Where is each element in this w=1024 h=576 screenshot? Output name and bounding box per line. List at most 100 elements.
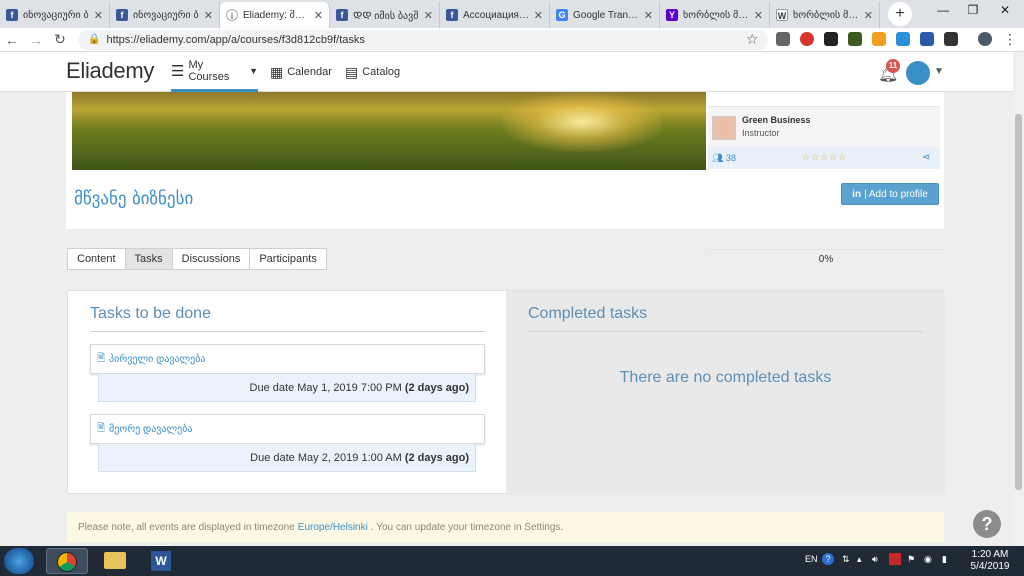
- browser-tab[interactable]: G Google Transla ✕: [550, 2, 660, 28]
- flag-icon[interactable]: ⚑: [907, 554, 915, 565]
- tab-discussions[interactable]: Discussions: [171, 248, 250, 270]
- browser-tab[interactable]: f ინოვაციური ბ ✕: [0, 2, 110, 28]
- discord-icon[interactable]: ◉: [924, 554, 932, 565]
- instructor-box: Green Business Instructor 👥︎ 38 ☆☆☆☆☆ ⋖: [708, 106, 940, 169]
- add-to-profile-button[interactable]: in | Add to profile: [841, 183, 939, 205]
- network-icon[interactable]: ⇅: [842, 554, 850, 565]
- browser-tab[interactable]: f Ассоциация эк ✕: [440, 2, 550, 28]
- antivirus-icon[interactable]: [889, 553, 901, 565]
- instructor-photo: [712, 116, 736, 140]
- users-icon: 👥︎: [712, 153, 724, 163]
- chevron-down-icon: ▼: [249, 65, 258, 76]
- course-stats-bar: 👥︎ 38 ☆☆☆☆☆ ⋖: [708, 147, 940, 169]
- close-tab-icon[interactable]: ✕: [314, 9, 323, 22]
- windows-start-button[interactable]: [4, 548, 34, 574]
- divider: [528, 331, 922, 332]
- avatar[interactable]: [906, 61, 930, 85]
- calendar-icon: ▦: [270, 63, 284, 80]
- course-card: Green Business Instructor 👥︎ 38 ☆☆☆☆☆ ⋖ …: [66, 92, 944, 229]
- eliademy-icon: i: [226, 9, 238, 21]
- rating-stars[interactable]: ☆☆☆☆☆: [802, 152, 847, 163]
- new-tab-button[interactable]: +: [888, 2, 912, 26]
- tasks-to-do-column: Tasks to be done 🗎 პირველი დავალება Due …: [68, 291, 506, 495]
- chrome-taskbar-icon[interactable]: [46, 548, 88, 574]
- timezone-link[interactable]: Europe/Helsinki: [298, 522, 368, 533]
- bookmark-star-icon[interactable]: ☆: [746, 31, 759, 48]
- close-tab-icon[interactable]: ✕: [94, 9, 103, 22]
- maximize-icon[interactable]: ❐: [958, 0, 988, 20]
- wikipedia-icon: W: [776, 9, 788, 21]
- chevron-down-icon[interactable]: ▼: [934, 66, 944, 77]
- nav-calendar[interactable]: ▦ Calendar: [270, 52, 332, 92]
- menu-dots-icon[interactable]: ⋮: [998, 31, 1022, 48]
- language-indicator[interactable]: EN: [805, 554, 818, 564]
- volume-icon[interactable]: 🔊︎: [872, 554, 878, 565]
- catalog-icon: ▤: [345, 63, 359, 80]
- completed-tasks-column: Completed tasks There are no completed t…: [506, 291, 945, 495]
- system-clock[interactable]: 1:20 AM 5/4/2019: [962, 549, 1018, 573]
- course-progress: 0%: [708, 249, 944, 269]
- close-tab-icon[interactable]: ✕: [424, 9, 433, 22]
- close-tab-icon[interactable]: ✕: [754, 9, 763, 22]
- back-icon[interactable]: ←: [0, 32, 24, 48]
- extension-icon[interactable]: [896, 32, 910, 46]
- tab-content[interactable]: Content: [67, 248, 125, 270]
- completed-tasks-heading: Completed tasks: [528, 305, 648, 322]
- forward-icon[interactable]: →: [24, 32, 48, 48]
- task-item[interactable]: 🗎 პირველი დავალება: [90, 344, 485, 374]
- divider: [90, 331, 485, 332]
- extension-icon[interactable]: [776, 32, 790, 46]
- extension-icon[interactable]: [872, 32, 886, 46]
- instructor-role: Instructor: [742, 128, 780, 138]
- extension-icon[interactable]: [848, 32, 862, 46]
- notification-badge: 11: [886, 59, 900, 73]
- extension-icon[interactable]: [824, 32, 838, 46]
- tab-participants[interactable]: Participants: [249, 248, 327, 270]
- browser-tab[interactable]: f ინოვაციური ბ ✕: [110, 2, 220, 28]
- extension-icon[interactable]: [944, 32, 958, 46]
- close-tab-icon[interactable]: ✕: [864, 9, 873, 22]
- scrollbar-thumb[interactable]: [1015, 114, 1022, 490]
- extension-icon[interactable]: [920, 32, 934, 46]
- close-tab-icon[interactable]: ✕: [534, 9, 543, 22]
- document-icon: 🗎: [97, 352, 106, 364]
- profile-icon[interactable]: [978, 32, 992, 46]
- up-arrow-icon[interactable]: ▴: [857, 554, 862, 565]
- browser-tab[interactable]: Yხორბლის მარ ✕: [660, 2, 770, 28]
- page-scrollbar[interactable]: [1013, 52, 1024, 546]
- nav-my-courses[interactable]: ☰ My Courses ▼: [171, 52, 258, 92]
- yahoo-icon: Y: [666, 9, 678, 21]
- url-text: https://eliademy.com/app/a/courses/f3d81…: [106, 33, 365, 46]
- minimize-icon[interactable]: —: [928, 0, 958, 20]
- file-explorer-taskbar-icon[interactable]: [94, 548, 136, 574]
- nav-catalog[interactable]: ▤ Catalog: [345, 52, 400, 92]
- hamburger-icon: ☰: [171, 62, 185, 80]
- lock-icon: 🔒: [88, 34, 101, 45]
- tab-tasks[interactable]: Tasks: [124, 248, 172, 270]
- course-banner-image: [72, 92, 706, 170]
- instructor-name[interactable]: Green Business: [742, 115, 811, 125]
- help-tray-icon[interactable]: ?: [822, 553, 834, 565]
- tasks-panel: Tasks to be done 🗎 პირველი დავალება Due …: [67, 290, 945, 495]
- task-item[interactable]: 🗎 მეორე დავალება: [90, 414, 485, 444]
- close-window-icon[interactable]: ✕: [990, 0, 1020, 20]
- browser-tab[interactable]: f ᲓᲓ იმის ბავშ ✕: [330, 2, 440, 28]
- address-bar[interactable]: 🔒 https://eliademy.com/app/a/courses/f3d…: [78, 29, 768, 50]
- word-taskbar-icon[interactable]: W: [140, 548, 182, 574]
- signal-icon[interactable]: ▮: [942, 554, 947, 565]
- share-icon[interactable]: ⋖: [922, 152, 930, 163]
- facebook-icon: f: [446, 9, 458, 21]
- facebook-icon: f: [336, 9, 348, 21]
- close-tab-icon[interactable]: ✕: [644, 9, 653, 22]
- windows-taskbar: W EN ? ⇅ ▴ 🔊︎ ⚑ ◉ ▮ 1:20 AM 5/4/2019: [0, 546, 1024, 576]
- help-button[interactable]: ?: [973, 510, 1001, 538]
- site-logo[interactable]: Eliademy: [66, 58, 154, 84]
- reload-icon[interactable]: ↻: [48, 31, 72, 48]
- browser-tab-active[interactable]: i Eliademy: მწვა ✕: [220, 2, 330, 28]
- abp-extension-icon[interactable]: [800, 32, 814, 46]
- browser-tab[interactable]: Wხორბლის მარ ✕: [770, 2, 880, 28]
- no-completed-tasks-message: There are no completed tasks: [619, 369, 832, 386]
- document-icon: 🗎: [97, 422, 106, 434]
- course-tabs: Content Tasks Discussions Participants: [67, 248, 327, 270]
- close-tab-icon[interactable]: ✕: [204, 9, 213, 22]
